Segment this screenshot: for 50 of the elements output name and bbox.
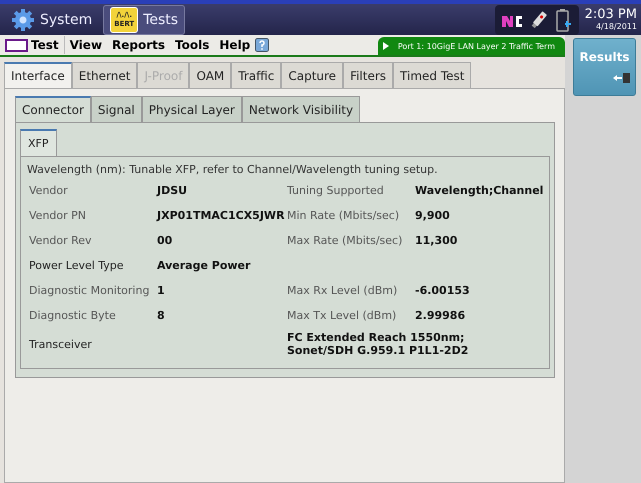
field-label: Max Rx Level (dBm) — [286, 284, 398, 297]
field-value: 8 — [157, 309, 166, 322]
field-label: Transceiver — [28, 338, 93, 350]
field-value: 1 — [157, 284, 166, 297]
test-menu[interactable]: Test — [0, 36, 65, 54]
field-value: -6.00153 — [415, 284, 471, 297]
field-label: Vendor — [28, 184, 69, 197]
tab[interactable]: Interface — [4, 62, 72, 88]
field-value: FC Extended Reach 1550nm; Sonet/SDH G.959.1 P1L1-2D2 — [286, 330, 470, 359]
battery-plug-icon — [554, 8, 573, 32]
sub-tab[interactable]: Network Visibility — [242, 96, 360, 122]
field-label: Diagnostic Byte — [28, 309, 117, 322]
field-label: Min Rate (Mbits/sec) — [286, 209, 400, 222]
tab[interactable]: Timed Test — [393, 62, 472, 88]
help-icon[interactable] — [255, 38, 270, 52]
tab[interactable]: OAM — [189, 62, 232, 88]
field-label: Vendor PN — [28, 209, 88, 222]
port-indicator: Port 1: 10GigE LAN Layer 2 Traffic Term — [378, 37, 565, 55]
field-label: Diagnostic Monitoring — [28, 284, 150, 297]
field-label: Power Level Type — [28, 259, 125, 272]
menu-item[interactable]: Tools — [170, 38, 214, 52]
clock-date: 4/18/2011 — [596, 23, 637, 31]
field-value: 00 — [157, 234, 174, 247]
sub-tab[interactable]: Physical Layer — [142, 96, 242, 122]
field-value: JXP01TMAC1CX5JWR — [157, 209, 285, 222]
field-value: 2.99986 — [415, 309, 466, 322]
app-tab[interactable]: System — [4, 4, 100, 34]
tab[interactable]: Capture — [281, 62, 344, 88]
clock-time: 2:03 PM — [584, 8, 637, 21]
tab[interactable]: Ethernet — [72, 62, 138, 88]
menu-item[interactable]: Reports — [107, 38, 170, 52]
panel-arrow-icon — [613, 72, 631, 84]
field-value: JDSU — [157, 184, 188, 197]
field-label: Max Rate (Mbits/sec) — [286, 234, 404, 247]
wavelength-note: Wavelength (nm): Tunable XFP, refer to Channel/Wavelength tuning setup. — [27, 163, 439, 176]
module-tab[interactable]: XFP — [20, 129, 56, 156]
field-value: 11,300 — [415, 234, 458, 247]
field-value: Average Power — [157, 259, 252, 272]
gear-icon — [11, 8, 35, 32]
field-label: Max Tx Level (dBm) — [286, 309, 398, 322]
menu-item[interactable]: View — [64, 38, 108, 52]
field-value: 9,900 — [415, 209, 451, 222]
field-label: Tuning Supported — [286, 184, 385, 197]
sub-tab[interactable]: Signal — [90, 96, 142, 122]
tab[interactable]: Traffic — [231, 62, 282, 88]
field-value: Wavelength;Channel — [415, 184, 544, 197]
field-label: Vendor Rev — [28, 234, 93, 247]
tab[interactable]: Filters — [343, 62, 394, 88]
sub-tab[interactable]: Connector — [15, 96, 91, 122]
menu-item[interactable]: Help — [214, 38, 256, 52]
